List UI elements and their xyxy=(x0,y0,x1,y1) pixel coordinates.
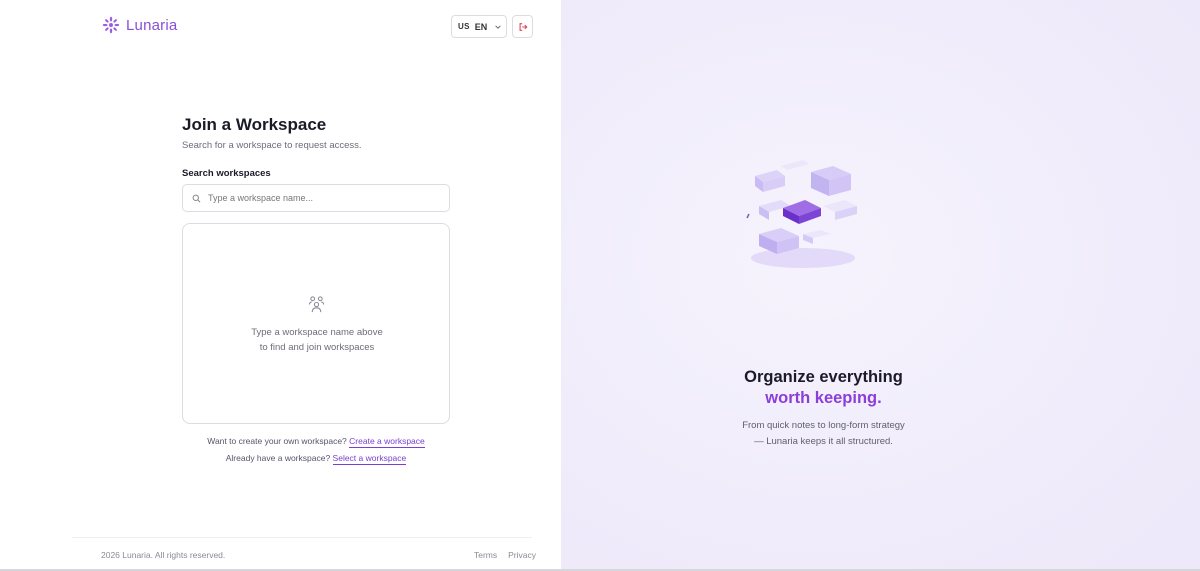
search-input[interactable] xyxy=(208,193,438,203)
alternative-actions: Want to create your own workspace? Creat… xyxy=(182,436,450,470)
users-icon xyxy=(308,296,325,313)
search-label: Search workspaces xyxy=(182,168,271,179)
create-prompt: Want to create your own workspace? xyxy=(207,436,347,446)
hero-heading-line-1: Organize everything xyxy=(744,368,903,386)
select-prompt: Already have a workspace? xyxy=(225,453,331,463)
empty-state-line-2: to find and join workspaces xyxy=(259,342,375,353)
lunaria-logo-icon xyxy=(102,16,120,34)
hero-description-line-2: — Lunaria keeps it all structured. xyxy=(754,436,893,447)
privacy-link[interactable]: Privacy xyxy=(508,550,536,560)
hero-description-line-1: From quick notes to long-form strategy xyxy=(742,420,905,431)
us-flag-icon: US xyxy=(458,22,470,31)
logout-icon xyxy=(519,22,528,31)
empty-state-line-1: Type a workspace name above xyxy=(251,327,383,338)
page-subtitle: Search for a workspace to request access… xyxy=(182,140,362,151)
search-field[interactable] xyxy=(182,184,450,212)
footer-links: Terms Privacy xyxy=(474,550,536,560)
create-workspace-link[interactable]: Create a workspace xyxy=(349,436,425,448)
language-selector[interactable]: US EN xyxy=(451,15,507,38)
auth-panel: Lunaria US EN Join a Workspace Search fo… xyxy=(0,0,561,571)
search-results-panel: Type a workspace name above to find and … xyxy=(182,223,450,424)
footer-divider xyxy=(72,537,532,538)
select-workspace-link[interactable]: Select a workspace xyxy=(332,453,407,465)
hero-description: From quick notes to long-form strategy —… xyxy=(504,418,1143,450)
empty-state-message: Type a workspace name above to find and … xyxy=(183,325,451,355)
brand-logo[interactable]: Lunaria xyxy=(102,16,177,34)
language-code: EN xyxy=(474,21,488,32)
search-icon xyxy=(192,194,201,202)
page-title: Join a Workspace xyxy=(182,115,327,134)
chevron-down-icon xyxy=(495,24,501,29)
brand-name: Lunaria xyxy=(126,16,178,34)
logout-button[interactable] xyxy=(512,15,533,38)
stacked-boxes-illustration xyxy=(746,160,857,268)
hero-heading-line-2: worth keeping. xyxy=(765,389,882,407)
terms-link[interactable]: Terms xyxy=(474,550,497,560)
marketing-panel: Organize everything worth keeping. From … xyxy=(561,0,1200,571)
copyright-text: 2026 Lunaria. All rights reserved. xyxy=(101,550,226,560)
